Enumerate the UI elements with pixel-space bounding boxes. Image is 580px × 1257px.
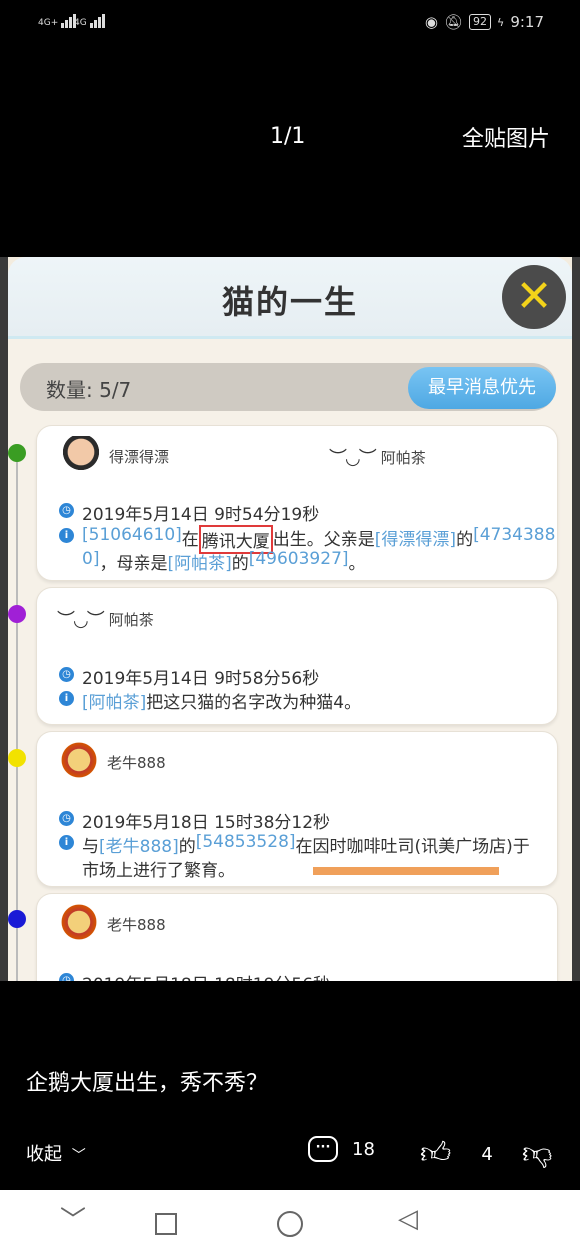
desc-text: 与 xyxy=(82,837,99,857)
clock-icon: ◷ xyxy=(59,811,74,826)
desc-text: 的 xyxy=(178,837,196,857)
desc-text: 的 xyxy=(456,530,474,550)
user-name: 阿帕茶 xyxy=(108,610,154,629)
comment-button[interactable]: 18 xyxy=(308,1136,375,1162)
event-time-text: 2019年5月18日 18时19分56秒 xyxy=(82,970,330,981)
avatar xyxy=(57,742,101,782)
user-name: 得漂得漂 xyxy=(109,447,170,466)
user-tag: ︶◡︶ 阿帕茶 xyxy=(57,606,154,632)
image-counter: 1/1 xyxy=(270,124,306,149)
status-right: ◉ 🔕︎ 92 ϟ 9:17 xyxy=(425,13,544,31)
signal-label-2: 4G xyxy=(74,18,87,28)
like-count: 4 xyxy=(481,1143,493,1165)
event-time-text: 2019年5月14日 9时58分56秒 xyxy=(82,669,320,689)
clock-icon: ◷ xyxy=(59,973,74,981)
comment-icon xyxy=(308,1136,338,1162)
timeline-dot xyxy=(8,749,26,767)
thumbs-down-icon: 👎︎ xyxy=(522,1136,553,1171)
event-card: 老牛888 ◷ 2019年5月18日 15时38分12秒 i 与 [老牛888]… xyxy=(36,731,558,887)
cat-id-link[interactable]: [49603927] xyxy=(249,549,349,574)
post-caption: 企鹅大厦出生，秀不秀？ xyxy=(26,1071,269,1096)
desc-text: 的 xyxy=(231,554,249,574)
highlight-underline xyxy=(313,867,499,875)
user-link[interactable]: [得漂得漂] xyxy=(375,525,456,554)
event-desc-cont: 0] ，母亲是 [阿帕茶] 的 [49603927] 。 xyxy=(82,549,366,574)
fit-image-button[interactable]: 全贴图片 xyxy=(462,121,550,153)
event-time-text: 2019年5月18日 15时38分12秒 xyxy=(82,813,331,833)
clock-icon: ◷ xyxy=(59,503,74,518)
mute-bell-icon: 🔕︎ xyxy=(444,13,464,31)
desc-text: ，母亲是 xyxy=(99,554,168,574)
collapse-button[interactable]: 收起 ﹀ xyxy=(26,1140,86,1166)
info-icon: i xyxy=(59,528,74,543)
like-button[interactable]: 👍︎ 4 xyxy=(420,1136,493,1172)
chevron-down-icon: ﹀ xyxy=(71,1148,86,1164)
event-card: ︶◡︶ 阿帕茶 ◷ 2019年5月14日 9时58分56秒 i [阿帕茶] 把这… xyxy=(36,587,558,725)
sort-button[interactable]: 最早消息优先 xyxy=(408,367,556,409)
desc-text: 市场上进行了繁育。 xyxy=(82,861,235,881)
event-time-text: 2019年5月14日 9时54分19秒 xyxy=(82,505,320,525)
close-icon[interactable]: ✕ xyxy=(502,265,566,329)
user-tag: ︶◡︶ 阿帕茶 xyxy=(329,444,426,470)
user-name: 老牛888 xyxy=(107,753,166,772)
dislike-button[interactable]: 👎︎ xyxy=(522,1136,552,1172)
cat-id-link[interactable]: [4734388 xyxy=(473,525,555,554)
comment-count: 18 xyxy=(352,1138,375,1160)
home-icon[interactable] xyxy=(277,1211,303,1237)
event-desc: i [阿帕茶] 把这只猫的名字改为种猫4。 xyxy=(59,688,361,713)
user-tag: 得漂得漂 xyxy=(59,436,169,476)
info-icon: i xyxy=(59,835,74,850)
dialog-header: 猫的一生 ✕ xyxy=(8,257,572,339)
user-link[interactable]: [阿帕茶] xyxy=(167,549,231,574)
signal-label: 4G+ xyxy=(38,18,59,28)
timeline-dot xyxy=(8,444,26,462)
back-icon[interactable]: ◁ xyxy=(398,1206,418,1232)
cat-id-link[interactable]: 0] xyxy=(82,549,99,574)
desc-text: 。 xyxy=(348,554,366,574)
recents-icon[interactable] xyxy=(155,1213,177,1235)
avatar xyxy=(59,436,103,476)
collapse-label: 收起 xyxy=(26,1144,62,1165)
clock-icon: ◷ xyxy=(59,667,74,682)
cat-id-link[interactable]: [54853528] xyxy=(196,832,296,857)
signal-indicator: 4G+ xyxy=(38,14,77,28)
status-bar: 4G+ 4G ◉ 🔕︎ 92 ϟ 9:17 xyxy=(0,0,580,48)
user-link[interactable]: [阿帕茶] xyxy=(82,688,146,713)
avatar: ︶◡︶ xyxy=(57,610,105,631)
eye-icon: ◉ xyxy=(424,13,438,31)
event-card: 得漂得漂 ︶◡︶ 阿帕茶 ◷ 2019年5月14日 9时54分19秒 i [51… xyxy=(36,425,558,581)
timeline-line xyxy=(16,447,18,981)
system-nav-bar: ﹀ ◁ xyxy=(0,1190,580,1257)
avatar xyxy=(57,904,101,944)
event-desc-cont: 市场上进行了繁育。 xyxy=(82,856,235,881)
thumbs-up-icon: 👍︎ xyxy=(420,1136,452,1171)
user-name: 阿帕茶 xyxy=(380,448,426,467)
event-time: ◷ 2019年5月18日 15时38分12秒 xyxy=(59,808,330,833)
avatar: ︶◡︶ xyxy=(329,448,377,469)
info-icon: i xyxy=(59,691,74,706)
cat-life-dialog: 猫的一生 ✕ 数量: 5/7 最早消息优先 得漂得漂 ︶◡︶ 阿帕茶 ◷ 201… xyxy=(8,257,572,981)
user-name: 老牛888 xyxy=(107,915,166,934)
count-label: 数量: 5/7 xyxy=(46,378,132,402)
event-time: ◷ 2019年5月14日 9时58分56秒 xyxy=(59,664,319,689)
dialog-title: 猫的一生 xyxy=(221,283,358,321)
charging-icon: ϟ xyxy=(497,15,505,29)
user-tag: 老牛888 xyxy=(57,742,166,782)
post-image[interactable]: 猫的一生 ✕ 数量: 5/7 最早消息优先 得漂得漂 ︶◡︶ 阿帕茶 ◷ 201… xyxy=(0,257,580,981)
desc-text: 把这只猫的名字改为种猫4。 xyxy=(146,693,362,713)
timeline-dot xyxy=(8,910,26,928)
clock: 9:17 xyxy=(510,13,544,31)
event-card: 老牛888 ◷ 2019年5月18日 18时19分56秒 xyxy=(36,893,558,981)
timeline-dot xyxy=(8,605,26,623)
event-desc: i 与 [老牛888] 的 [54853528] 在因时咖啡吐司(讯美广场店)于 xyxy=(59,832,530,857)
desc-text: 在因时咖啡吐司(讯美广场店)于 xyxy=(295,837,530,857)
user-link[interactable]: [老牛888] xyxy=(99,832,179,857)
signal-bars-icon xyxy=(89,14,106,28)
nav-down-icon[interactable]: ﹀ xyxy=(60,1208,86,1234)
battery-indicator: 92 xyxy=(469,14,492,30)
event-time: ◷ 2019年5月18日 18时19分56秒 xyxy=(59,970,330,981)
user-tag: 老牛888 xyxy=(57,904,166,944)
event-time: ◷ 2019年5月14日 9时54分19秒 xyxy=(59,500,319,525)
signal-indicator-2: 4G xyxy=(74,14,106,28)
